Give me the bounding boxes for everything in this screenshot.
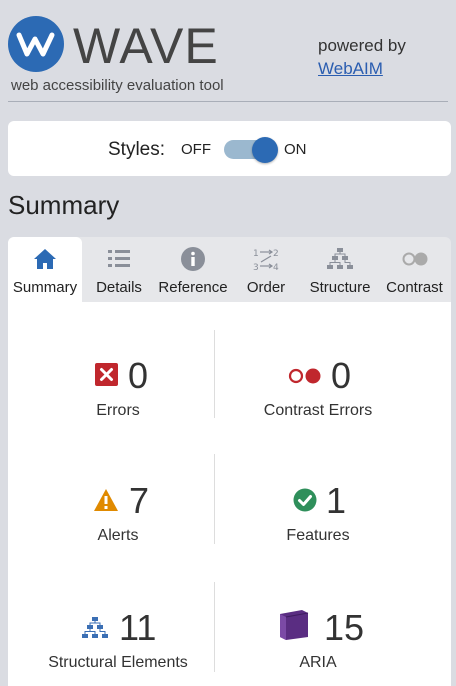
styles-toggle-switch[interactable]	[224, 137, 278, 163]
structural-elements-stat[interactable]: 11 Structural Elements	[18, 606, 218, 672]
order-icon: 1 2 3 4	[252, 246, 280, 273]
feature-check-icon	[293, 488, 317, 517]
svg-text:4: 4	[273, 263, 279, 272]
aria-count: 15	[324, 607, 365, 648]
svg-text:2: 2	[273, 249, 279, 259]
alerts-count: 7	[129, 480, 150, 521]
features-count: 1	[326, 480, 347, 521]
structure-icon	[81, 615, 109, 646]
info-icon	[179, 246, 207, 272]
errors-stat[interactable]: 0 Errors	[18, 354, 218, 420]
aria-icon	[278, 610, 310, 645]
contrast-error-icon	[288, 367, 322, 390]
tab-contrast[interactable]: Contrast	[378, 237, 451, 302]
tagline: web accessibility evaluation tool	[11, 77, 224, 94]
tab-details[interactable]: Details	[82, 237, 156, 302]
list-icon	[105, 246, 133, 272]
contrast-icon	[401, 246, 429, 272]
tab-order[interactable]: 1 2 3 4 Order	[230, 237, 302, 302]
tab-label: Summary	[12, 279, 78, 296]
tab-label: Reference	[158, 279, 228, 296]
contrast-errors-stat[interactable]: 0 Contrast Errors	[218, 354, 418, 420]
logo-text: WAVE	[73, 18, 219, 74]
structural-elements-label: Structural Elements	[48, 654, 188, 671]
summary-panel: 0 Errors 0 Contrast Errors 7 Alerts 1 Fe…	[8, 302, 451, 686]
structural-elements-count: 11	[119, 607, 157, 648]
aria-label: ARIA	[299, 654, 337, 671]
header: WAVE web accessibility evaluation tool p…	[0, 0, 456, 104]
features-label: Features	[286, 527, 350, 544]
tab-summary[interactable]: Summary	[8, 237, 82, 302]
powered-by-text: powered by	[318, 36, 406, 55]
errors-count: 0	[128, 355, 149, 396]
home-icon	[31, 246, 59, 272]
header-divider	[8, 101, 448, 102]
toggle-knob[interactable]	[252, 137, 278, 163]
svg-text:3: 3	[253, 263, 259, 272]
tab-structure[interactable]: Structure	[302, 237, 378, 302]
structure-icon	[326, 246, 354, 272]
tab-label: Details	[96, 279, 142, 296]
alerts-stat[interactable]: 7 Alerts	[18, 479, 218, 545]
alerts-label: Alerts	[97, 527, 139, 544]
alert-icon	[93, 488, 119, 517]
error-icon	[95, 363, 118, 391]
wave-logo-icon	[8, 16, 64, 72]
features-stat[interactable]: 1 Features	[218, 479, 418, 545]
aria-stat[interactable]: 15 ARIA	[218, 606, 418, 672]
styles-label: Styles:	[108, 139, 166, 160]
page-title: Summary	[8, 190, 120, 220]
tab-label: Order	[246, 279, 286, 296]
styles-toggle-panel: Styles: OFF ON	[8, 121, 451, 176]
tab-label: Contrast	[386, 279, 443, 296]
styles-off-label: OFF	[181, 141, 211, 158]
svg-text:1: 1	[253, 249, 259, 259]
errors-label: Errors	[96, 402, 140, 419]
tab-bar: Summary Details Reference 1 2 3 4 Order …	[8, 237, 451, 302]
styles-on-label: ON	[284, 141, 307, 158]
webaim-link[interactable]: WebAIM	[318, 59, 383, 79]
contrast-errors-label: Contrast Errors	[263, 402, 373, 419]
tab-label: Structure	[309, 279, 371, 296]
tab-reference[interactable]: Reference	[156, 237, 230, 302]
contrast-errors-count: 0	[331, 355, 352, 396]
